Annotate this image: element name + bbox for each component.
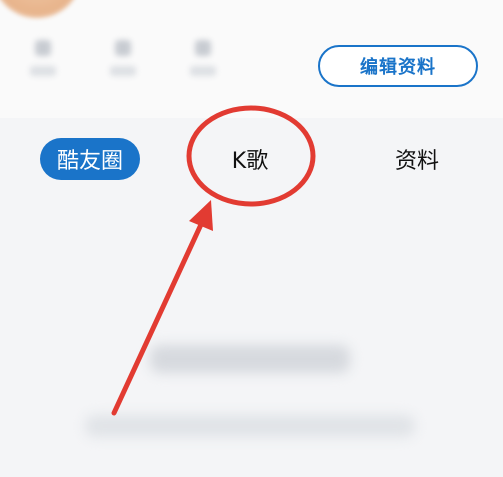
profile-stat-placeholder: [188, 40, 218, 96]
arrow-head-annotation: [189, 200, 213, 231]
profile-stat-placeholder: [28, 40, 58, 96]
tab-karaoke[interactable]: K歌: [205, 138, 295, 180]
tab-profile-info[interactable]: 资料: [372, 138, 462, 180]
arrow-shaft-annotation: [111, 215, 207, 416]
profile-header: 编辑资料: [0, 0, 503, 118]
profile-stat-placeholder: [108, 40, 138, 96]
blurred-empty-state-text: [150, 345, 350, 373]
edit-profile-button[interactable]: 编辑资料: [318, 45, 478, 87]
tab-kuyouquan[interactable]: 酷友圈: [40, 138, 140, 180]
tab-bar: 酷友圈 K歌 资料: [0, 118, 503, 198]
avatar[interactable]: [0, 0, 82, 18]
blurred-empty-state-subtext: [85, 415, 415, 437]
